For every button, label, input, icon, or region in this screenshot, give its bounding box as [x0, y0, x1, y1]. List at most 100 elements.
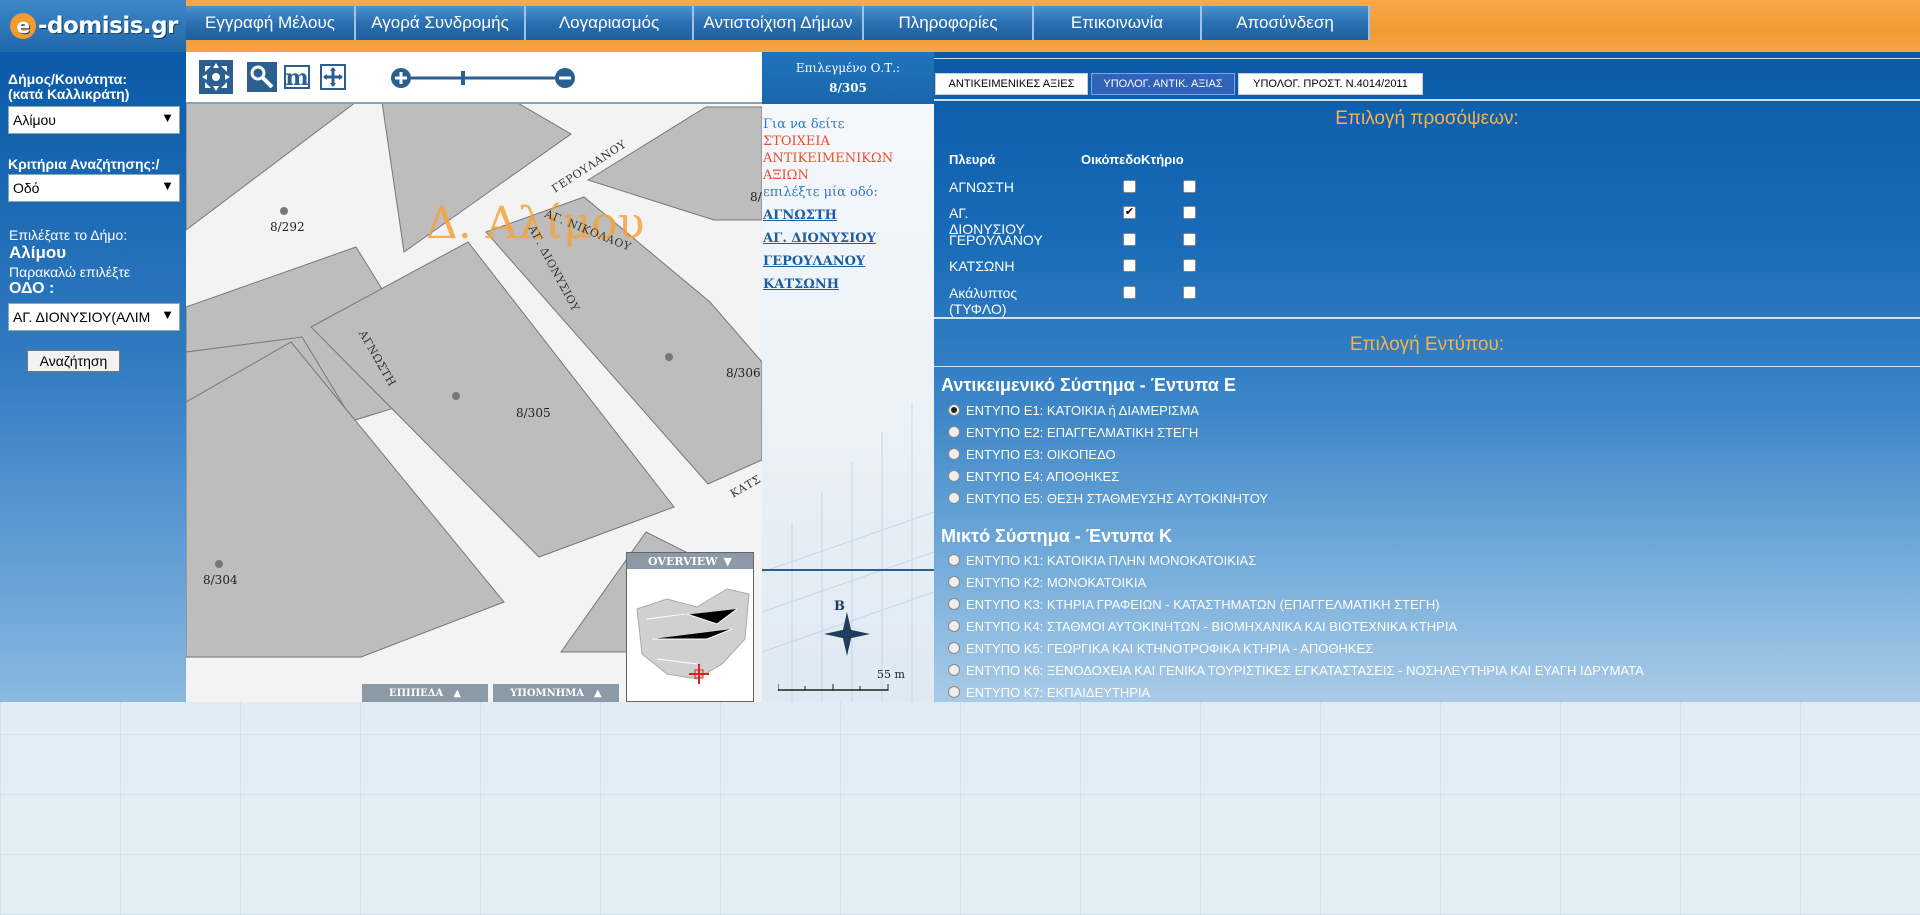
radio-button[interactable]: [948, 426, 960, 438]
selected-block-title: Επιλεγμένο Ο.Τ.:: [795, 61, 901, 75]
plot-checkbox[interactable]: [1123, 285, 1136, 299]
nav-contact[interactable]: Επικοινωνία: [1034, 6, 1202, 40]
street-link-katsoni[interactable]: ΚΑΤΣΩΝΗ: [763, 276, 933, 293]
form-k4-option[interactable]: ΕΝΤΥΠΟ Κ4: ΣΤΑΘΜΟΙ ΑΥΤΟΚΙΝΗΤΩΝ - ΒΙΟΜΗΧΑ…: [948, 617, 1457, 635]
plot-checkbox[interactable]: [1123, 179, 1136, 193]
form-e1-option[interactable]: ΕΝΤΥΠΟ Ε1: ΚΑΤΟΙΚΙΑ ή ΔΙΑΜΕΡΙΣΜΑ: [948, 401, 1199, 419]
building-checkbox[interactable]: [1183, 206, 1196, 219]
selected-block-panel: Επιλεγμένο Ο.Τ.: 8/305 Για να δείτε ΣΤΟΙ…: [762, 52, 934, 702]
selected-municipality-prefix: Επιλέξατε το Δήμο:: [9, 227, 128, 243]
selected-block-header: Επιλεγμένο Ο.Τ.: 8/305: [762, 52, 934, 104]
facade-side: ΚΑΤΣΩΝΗ: [949, 258, 1015, 274]
street-link-ag-dionysiou[interactable]: ΑΓ. ΔΙΟΝΥΣΙΟΥ: [763, 230, 933, 247]
overview-map[interactable]: [627, 569, 753, 701]
nav-register[interactable]: Εγγραφή Μέλους: [186, 6, 356, 40]
building-checkbox[interactable]: [1183, 285, 1196, 299]
street-link-geroulanou[interactable]: ΓΕΡΟΥΛΑΝΟΥ: [763, 253, 933, 270]
plot-checkbox[interactable]: [1123, 259, 1136, 272]
building-checkbox[interactable]: [1183, 179, 1196, 193]
plot-checkbox-checked[interactable]: ✔: [1123, 206, 1136, 219]
nav-account[interactable]: Λογαριασμός: [526, 6, 694, 40]
radio-button[interactable]: [948, 664, 960, 676]
block-marker: [665, 353, 673, 361]
form-k3-option[interactable]: ΕΝΤΥΠΟ Κ3: ΚΤΗΡΙΑ ΓΡΑΦΕΙΩΝ - ΚΑΤΑΣΤΗΜΑΤΩ…: [948, 595, 1440, 613]
form-e5-option[interactable]: ΕΝΤΥΠΟ Ε5: ΘΕΣΗ ΣΤΑΘΜΕΥΣΗΣ ΑΥΤΟΚΙΝΗΤΟΥ: [948, 489, 1268, 507]
search-button[interactable]: Αναζήτηση: [27, 350, 120, 372]
header-building: Κτήριο: [1141, 152, 1184, 167]
criteria-select[interactable]: Οδό ▼: [8, 174, 180, 202]
facade-side: Ακάλυπτος (ΤΥΦΛΟ): [949, 284, 1018, 317]
nav-buy-subscription[interactable]: Αγορά Συνδρομής: [356, 6, 526, 40]
street-link-agnosti[interactable]: ΑΓΝΩΣΤΗ: [763, 207, 933, 224]
dropdown-arrow-icon: ▼: [161, 110, 174, 125]
group-e-title: Αντικειμενικό Σύστημα - Έντυπα Ε: [941, 375, 1236, 395]
form-e4-option[interactable]: ΕΝΤΥΠΟ Ε4: ΑΠΟΘΗΚΕΣ: [948, 467, 1119, 485]
tab-calc-objective-value[interactable]: ΥΠΟΛΟΓ. ΑΝΤΙΚ. ΑΞΙΑΣ: [1091, 73, 1235, 95]
street-select[interactable]: ΑΓ. ΔΙΟΝΥΣΙΟΥ(ΑΛΙΜ ▼: [8, 303, 180, 331]
radio-button[interactable]: [948, 448, 960, 460]
building-checkbox[interactable]: [1183, 259, 1196, 272]
tab-calc-surcharge[interactable]: ΥΠΟΛΟΓ. ΠΡΟΣΤ. Ν.4014/2011: [1238, 73, 1423, 95]
nav-municipality-mapping[interactable]: Αντιστοίχιση Δήμων: [694, 6, 864, 40]
please-select-text: Παρακαλώ επιλέξτε: [9, 264, 131, 280]
pan-icon[interactable]: [316, 60, 350, 94]
radio-button[interactable]: [948, 686, 960, 698]
zoom-slider[interactable]: [389, 64, 579, 92]
form-e2-option[interactable]: ΕΝΤΥΠΟ Ε2: ΕΠΑΓΓΕΛΜΑΤΙΚΗ ΣΤΕΓΗ: [948, 423, 1198, 441]
nav-logout[interactable]: Αποσύνδεση: [1202, 6, 1370, 40]
objective-values-highlight: ΣΤΟΙΧΕΙΑ ΑΝΤΙΚΕΙΜΕΝΙΚΩΝ ΑΞΙΩΝ: [763, 134, 894, 183]
map-toolbar: m: [186, 52, 762, 104]
zoom-box-icon[interactable]: [245, 60, 279, 94]
radio-button[interactable]: [948, 642, 960, 654]
form-k7-option[interactable]: ΕΝΤΥΠΟ Κ7: ΕΚΠΑΙΔΕΥΤΗΡΙΑ: [948, 683, 1150, 701]
legend-tab[interactable]: ΥΠΟΜΝΗΜΑ ▲: [493, 684, 619, 702]
criteria-label: Κριτήρια Αναζήτησης:/: [8, 156, 160, 172]
tab-objective-values[interactable]: ΑΝΤΙΚΕΙΜΕΝΙΚΕΣ ΑΞΙΕΣ: [935, 73, 1088, 95]
overview-panel[interactable]: OVERVIEW ▼: [626, 552, 754, 702]
expand-arrow-icon: ▲: [594, 687, 602, 699]
scale-label: 55 m: [877, 668, 905, 681]
block-label[interactable]: 8/304: [203, 573, 238, 587]
dropdown-arrow-icon: ▼: [161, 178, 174, 193]
block-label[interactable]: 8/305: [516, 406, 551, 420]
logo-text: -domisis.gr: [38, 13, 178, 39]
form-e3-option[interactable]: ΕΝΤΥΠΟ Ε3: ΟΙΚΟΠΕΔΟ: [948, 445, 1116, 463]
radio-button[interactable]: [948, 620, 960, 632]
map-viewer[interactable]: m Δ. Αλίμου 8/292 8/305 8/306 8/304 8/ Γ…: [186, 52, 762, 702]
building-checkbox[interactable]: [1183, 232, 1196, 246]
municipality-label: Δήμος/Κοινότητα: (κατά Καλλικράτη): [8, 71, 130, 102]
block-label[interactable]: 8/306: [726, 366, 761, 380]
group-k-title: Μικτό Σύστημα - Έντυπα Κ: [941, 526, 1172, 546]
form-k5-option[interactable]: ΕΝΤΥΠΟ Κ5: ΓΕΩΡΓΙΚΑ ΚΑΙ ΚΤΗΝΟΤΡΟΦΙΚΑ ΚΤΗ…: [948, 639, 1373, 657]
pan-full-extent-icon[interactable]: [199, 60, 233, 94]
radio-button[interactable]: [948, 492, 960, 504]
form-k2-option[interactable]: ΕΝΤΥΠΟ Κ2: ΜΟΝΟΚΑΤΟΙΚΙΑ: [948, 573, 1146, 591]
plot-checkbox[interactable]: [1123, 232, 1136, 246]
radio-button[interactable]: [948, 598, 960, 610]
collapse-arrow-icon[interactable]: ▼: [724, 555, 732, 568]
main-nav: Εγγραφή Μέλους Αγορά Συνδρομής Λογαριασμ…: [186, 6, 1370, 40]
compass-icon: B: [824, 599, 870, 656]
radio-button[interactable]: [948, 576, 960, 588]
dropdown-arrow-icon: ▼: [161, 307, 174, 322]
radio-button[interactable]: [948, 470, 960, 482]
scale-bar: [778, 684, 889, 691]
radio-button-selected[interactable]: [948, 404, 960, 416]
block-label[interactable]: 8/: [750, 190, 762, 204]
radio-button[interactable]: [948, 554, 960, 566]
measure-icon[interactable]: m: [280, 60, 314, 94]
header-plot: Οικόπεδο: [1081, 152, 1142, 167]
facade-side: ΑΓΝΩΣΤΗ: [949, 178, 1014, 195]
block-label[interactable]: 8/292: [270, 220, 305, 234]
form-k6-option[interactable]: ΕΝΤΥΠΟ Κ6: ΞΕΝΟΔΟΧΕΙΑ ΚΑΙ ΓΕΝΙΚΑ ΤΟΥΡΙΣΤ…: [948, 661, 1644, 679]
layers-tab[interactable]: ΕΠΙΠΕΔΑ ▲: [362, 684, 488, 702]
site-logo[interactable]: e -domisis.gr: [0, 0, 186, 52]
selected-municipality: Αλίμου: [9, 243, 67, 262]
selected-block-value: 8/305: [829, 81, 867, 95]
facades-title: Επιλογή προσόψεων:: [1335, 108, 1519, 129]
form-k1-option[interactable]: ΕΝΤΥΠΟ Κ1: ΚΑΤΟΙΚΙΑ ΠΛΗΝ ΜΟΝΟΚΑΤΟΙΚΙΑΣ: [948, 551, 1256, 569]
forms-title: Επιλογή Εντύπου:: [1349, 334, 1505, 355]
nav-info[interactable]: Πληροφορίες: [864, 6, 1034, 40]
municipality-select[interactable]: Αλίμου ▼: [8, 106, 180, 134]
header-side: Πλευρά: [949, 152, 996, 167]
